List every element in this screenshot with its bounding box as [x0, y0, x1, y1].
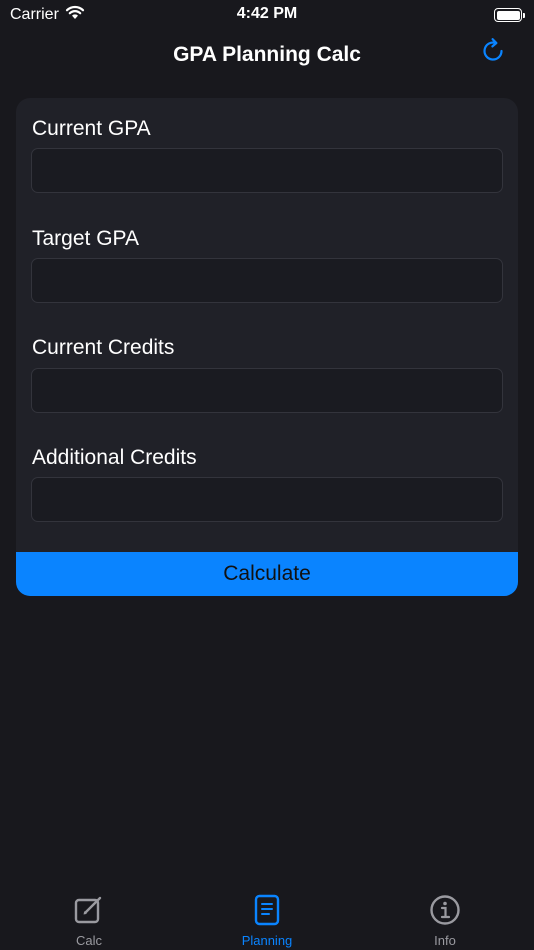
tab-calc[interactable]: Calc — [0, 884, 178, 948]
refresh-icon — [479, 37, 507, 70]
battery-icon — [494, 8, 525, 22]
target-gpa-input[interactable] — [31, 258, 503, 303]
additional-credits-label: Additional Credits — [32, 446, 197, 469]
document-icon — [251, 894, 283, 931]
nav-bar: GPA Planning Calc — [0, 30, 534, 80]
tab-info-label: Info — [434, 933, 456, 948]
info-icon — [429, 894, 461, 931]
edit-icon — [73, 894, 105, 931]
tab-bar: Calc Planning Info — [0, 884, 534, 950]
status-bar: Carrier — [0, 0, 534, 30]
status-left: Carrier — [10, 5, 85, 25]
refresh-button[interactable] — [478, 37, 508, 70]
additional-credits-input[interactable] — [31, 477, 503, 522]
page-title: GPA Planning Calc — [173, 43, 361, 66]
current-credits-label: Current Credits — [32, 336, 175, 359]
tab-info[interactable]: Info — [356, 884, 534, 948]
target-gpa-label: Target GPA — [32, 227, 139, 250]
current-gpa-label: Current GPA — [32, 117, 151, 140]
tab-calc-label: Calc — [75, 933, 102, 948]
tab-planning[interactable]: Planning — [178, 884, 356, 948]
tab-planning-label: Planning — [241, 933, 293, 948]
current-credits-input[interactable] — [31, 368, 503, 413]
calculate-button[interactable]: Calculate — [16, 552, 518, 596]
wifi-icon — [65, 5, 85, 25]
planning-form-card: Current GPA Target GPA Current Credits A… — [16, 98, 518, 596]
carrier-label: Carrier — [10, 6, 59, 23]
current-gpa-input[interactable] — [31, 148, 503, 193]
screen: Carrier 4:42 PM GPA Planning Calc Curren… — [0, 0, 534, 950]
